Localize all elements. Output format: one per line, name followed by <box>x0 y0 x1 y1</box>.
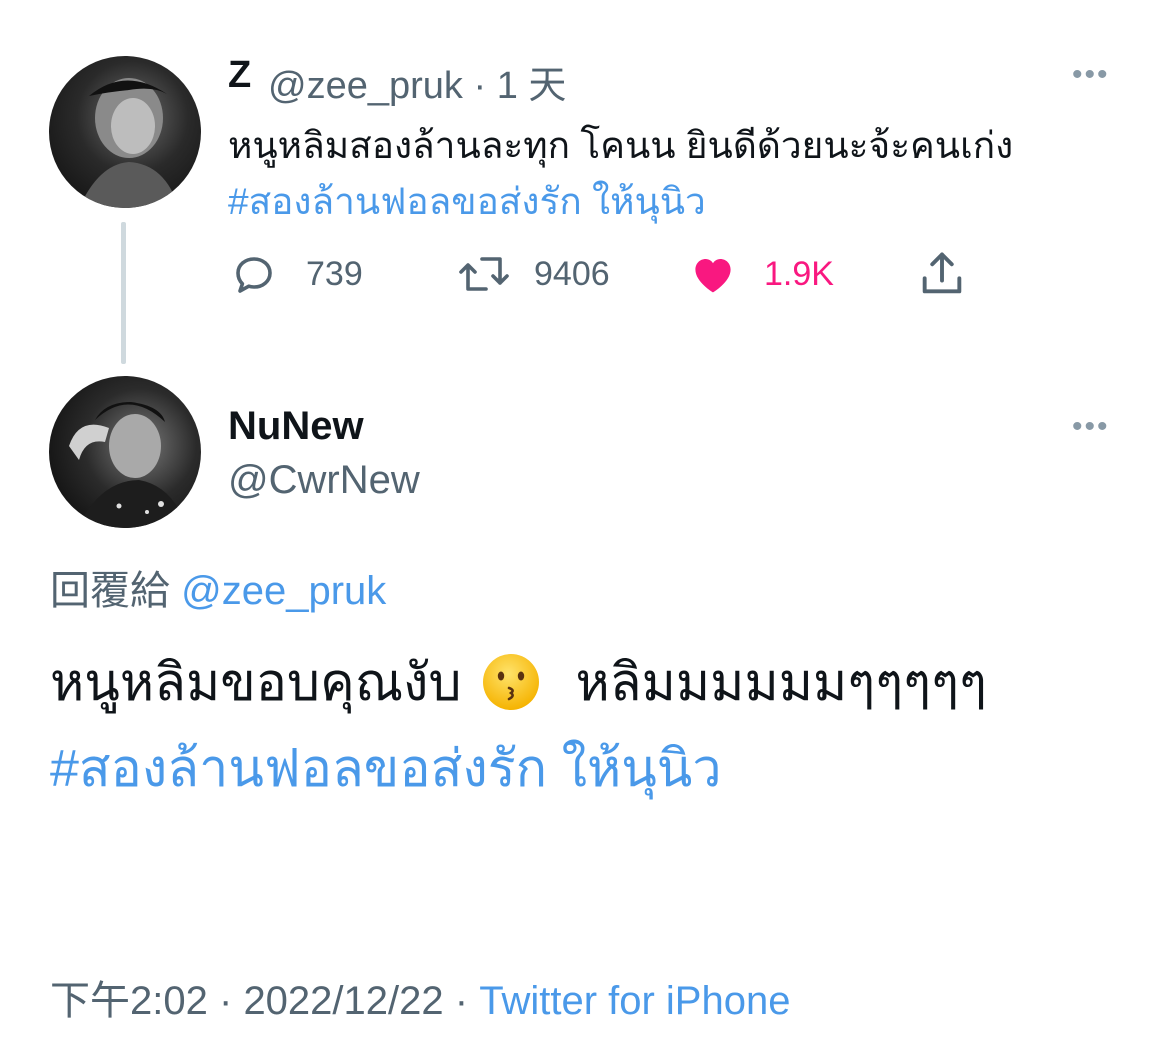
tweet-source-link[interactable]: Twitter for iPhone <box>479 979 790 1023</box>
thread-line <box>121 222 126 364</box>
like-action[interactable]: 1.9K <box>688 246 834 302</box>
retweet-count: 9406 <box>534 254 610 293</box>
parent-more-icon[interactable]: ••• <box>1072 58 1110 92</box>
parent-tweet-text: หนูหลิมสองล้านละทุก โคนน ยินดีด้วยนะจ้ะค… <box>228 125 1014 166</box>
meta-separator-2: · <box>454 979 469 1023</box>
reply-handle[interactable]: @CwrNew <box>228 458 420 503</box>
parent-separator: · <box>473 65 487 107</box>
retweet-action[interactable]: 9406 <box>456 246 610 302</box>
heart-icon <box>695 259 731 293</box>
retweet-icon <box>459 257 509 291</box>
reply-to-prefix: 回覆給 <box>50 569 170 613</box>
like-count: 1.9K <box>764 254 834 293</box>
reply-more-icon[interactable]: ••• <box>1072 410 1110 444</box>
reply-action[interactable]: 739 <box>230 246 363 302</box>
reply-to-line: 回覆給 @zee_pruk <box>50 558 386 616</box>
tweet-time[interactable]: 下午2:02 <box>50 979 208 1023</box>
share-icon <box>922 252 962 294</box>
reply-text-after-emoji: หลิมมมมมมๆๆๆๆๆ <box>575 654 987 712</box>
parent-handle[interactable]: @zee_pruk <box>268 65 463 107</box>
tweet-date[interactable]: 2022/12/22 <box>243 979 443 1023</box>
reply-to-mention-link[interactable]: @zee_pruk <box>181 569 386 613</box>
reply-text-before-emoji: หนูหลิมขอบคุณงับ <box>50 654 462 712</box>
parent-display-name[interactable]: Z <box>228 54 251 97</box>
reply-display-name[interactable]: NuNew <box>228 404 364 449</box>
reply-count: 739 <box>306 254 363 293</box>
reply-tweet-text: หนูหลิมขอบคุณงับ หลิมมมมมมๆๆๆๆๆ <box>50 640 987 723</box>
reply-hashtag-link[interactable]: #สองล้านฟอลขอส่งรัก ให้นุนิว <box>50 726 722 809</box>
reply-avatar[interactable] <box>49 376 201 528</box>
tweet-meta: 下午2:02 · 2022/12/22 · Twitter for iPhone <box>50 968 790 1026</box>
kissing-face-emoji-icon <box>483 653 540 710</box>
reply-icon <box>236 257 272 293</box>
share-action[interactable] <box>916 246 968 302</box>
parent-time[interactable]: 1 天 <box>497 65 567 107</box>
meta-separator-1: · <box>218 979 233 1023</box>
parent-handle-line[interactable]: @zee_pruk · 1 天 <box>268 54 566 109</box>
parent-hashtag-link[interactable]: #สองล้านฟอลขอส่งรัก ให้นุนิว <box>228 172 706 231</box>
parent-avatar[interactable] <box>49 56 201 208</box>
